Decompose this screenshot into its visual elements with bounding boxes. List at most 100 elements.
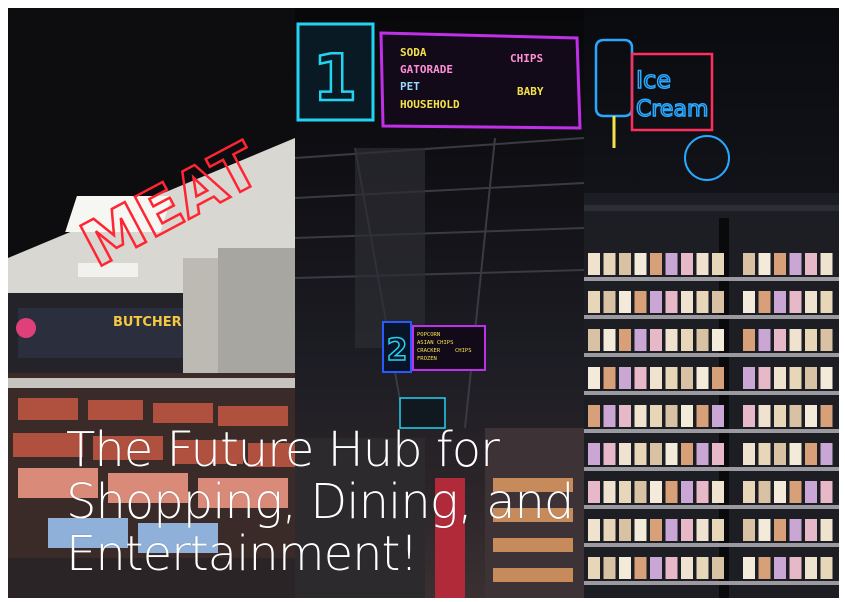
ice-cream-tub [696, 519, 709, 541]
ice-cream-tub [758, 253, 771, 275]
ice-cream-tub [712, 405, 724, 427]
ice-cream-tub [774, 557, 786, 579]
ice-cream-tub [805, 253, 817, 275]
ice-cream-tub [743, 519, 755, 541]
photo-collage: MEAT BUTCHER 1 SODA GATORADE PET HOUSEHO… [8, 8, 839, 598]
ice-cream-tub [603, 329, 616, 351]
ice-cream-tub [774, 405, 786, 427]
ice-cream-tub [650, 367, 662, 389]
ice-cream-tub [712, 443, 724, 465]
aisle-1-item: PET [400, 80, 420, 93]
ice-cream-tub [820, 481, 833, 503]
ice-cream-tub [789, 443, 802, 465]
ice-cream-tub [789, 519, 802, 541]
ice-cream-tub [743, 443, 755, 465]
ice-cream-tub [743, 329, 755, 351]
aisle-2-item: POPCORN [417, 332, 440, 338]
ice-cream-tub [696, 253, 709, 275]
ice-cream-tub [712, 253, 724, 275]
ice-cream-tub [665, 557, 678, 579]
ice-cream-tub [774, 481, 786, 503]
ice-sign-text: Ice [636, 66, 671, 94]
ice-cream-tub [758, 557, 771, 579]
ice-cream-tub [696, 329, 709, 351]
ice-cream-tub [789, 253, 802, 275]
ice-cream-tub [619, 367, 631, 389]
aisle-2-item: CHIPS [455, 348, 472, 354]
ice-cream-tub [681, 329, 693, 351]
ice-cream-tub [820, 405, 833, 427]
ice-cream-tub [805, 291, 817, 313]
ice-cream-tub [820, 253, 833, 275]
ice-cream-tub [696, 481, 709, 503]
ice-cream-tub [820, 329, 833, 351]
ice-cream-tub [634, 291, 647, 313]
ice-cream-tub [805, 443, 817, 465]
ice-cream-tub [619, 253, 631, 275]
headline: The Future Hub for Shopping, Dining, and… [66, 422, 574, 582]
ice-cream-tub [789, 367, 802, 389]
ice-cream-tub [634, 329, 647, 351]
ice-cream-tub [774, 291, 786, 313]
ice-cream-tub [665, 519, 678, 541]
ice-cream-tub [712, 329, 724, 351]
ice-cream-tub [634, 367, 647, 389]
ice-cream-tub [588, 367, 600, 389]
ice-cream-tub [743, 405, 755, 427]
ice-cream-tub [774, 443, 786, 465]
ice-cream-tub [758, 405, 771, 427]
ice-cream-tub [712, 557, 724, 579]
aisle-1-item: SODA [400, 46, 427, 59]
ice-cream-tub [774, 329, 786, 351]
ice-cream-tub [820, 519, 833, 541]
ice-cream-tub [758, 367, 771, 389]
aisle-2-item: CRACKER [417, 348, 441, 354]
ice-cream-tub [634, 253, 647, 275]
ice-cream-tub [681, 519, 693, 541]
ice-cream-tub [789, 291, 802, 313]
ice-cream-tub [603, 367, 616, 389]
ice-cream-tub [681, 291, 693, 313]
ice-cream-tub [774, 367, 786, 389]
aisle-1-item: BABY [517, 85, 544, 98]
ice-cream-tub [588, 329, 600, 351]
ice-cream-tub [665, 329, 678, 351]
ice-cream-tub [774, 253, 786, 275]
ice-cream-tub [696, 557, 709, 579]
ice-cream-tub [603, 253, 616, 275]
ice-cream-tub [820, 557, 833, 579]
ice-cream-tub [820, 367, 833, 389]
ice-cream-tub [650, 329, 662, 351]
ice-cream-tub [696, 367, 709, 389]
ice-cream-tub [588, 291, 600, 313]
aisle-2-item: ASIAN CHIPS [417, 340, 453, 346]
ice-cream-tub [805, 557, 817, 579]
ice-cream-neon-sign: Ice Cream [594, 38, 730, 181]
aisle-2-number: 2 [387, 333, 408, 368]
ice-cream-tub [743, 291, 755, 313]
ice-cream-tub [665, 291, 678, 313]
ice-cream-tub [758, 291, 771, 313]
ice-cream-tub [696, 405, 709, 427]
ice-cream-tub [758, 519, 771, 541]
ice-cream-tub [805, 405, 817, 427]
ice-cream-tub [805, 519, 817, 541]
ice-cream-tub [712, 519, 724, 541]
aisle-1-item: GATORADE [400, 63, 453, 76]
ice-cream-tub [712, 481, 724, 503]
ice-cream-tub [603, 291, 616, 313]
ice-cream-tub [743, 253, 755, 275]
ice-cream-tub [696, 291, 709, 313]
ice-cream-tub [588, 253, 600, 275]
ice-cream-tub [681, 557, 693, 579]
ice-cream-tub [743, 367, 755, 389]
ice-cream-tub [665, 253, 678, 275]
ice-cream-tub [758, 481, 771, 503]
ice-cream-tub [681, 481, 693, 503]
ice-cream-tub [743, 557, 755, 579]
aisle-1-number: 1 [313, 42, 358, 116]
ice-cream-tub [681, 405, 693, 427]
ice-cream-tub [805, 481, 817, 503]
ice-cream-tub [820, 443, 833, 465]
ice-cream-tub [681, 253, 693, 275]
